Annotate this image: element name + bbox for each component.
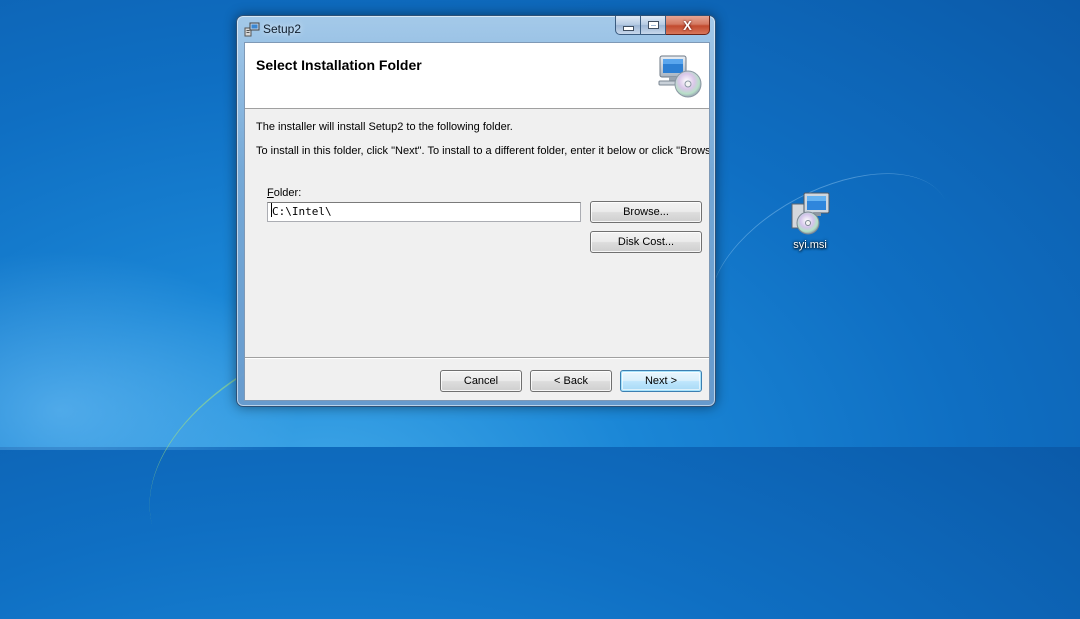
installer-computer-disc-icon xyxy=(658,55,702,98)
instruction-text: To install in this folder, click "Next".… xyxy=(256,145,710,157)
folder-label-text: older: xyxy=(273,187,302,199)
window-title: Setup2 xyxy=(263,22,302,36)
minimize-button[interactable] xyxy=(615,16,641,35)
folder-label-mnemonic: F xyxy=(267,187,274,199)
folder-path-input[interactable]: C:\Intel\ xyxy=(267,202,581,222)
page-title: Select Installation Folder xyxy=(256,57,422,73)
title-bar[interactable]: Setup2 X xyxy=(237,16,715,42)
caption-buttons: X xyxy=(615,16,710,35)
intro-text: The installer will install Setup2 to the… xyxy=(256,121,513,133)
desktop-icon-syi-msi[interactable]: syi.msi xyxy=(782,190,838,251)
footer-divider xyxy=(245,357,709,359)
folder-label: Folder: xyxy=(267,187,301,199)
msi-installer-icon xyxy=(791,192,830,235)
disk-cost-button[interactable]: Disk Cost... xyxy=(590,231,702,253)
setup-window: Setup2 X Select Installation Folder The … xyxy=(236,15,716,407)
header-banner: Select Installation Folder xyxy=(245,43,709,109)
desktop-icon-label: syi.msi xyxy=(793,239,827,251)
dialog-client-area: Select Installation Folder The installer… xyxy=(244,42,710,401)
next-button[interactable]: Next > xyxy=(620,370,702,392)
close-button[interactable]: X xyxy=(666,16,710,35)
minimize-icon xyxy=(623,26,633,30)
setup-app-icon xyxy=(244,22,260,37)
close-icon: X xyxy=(683,17,692,33)
browse-button[interactable]: Browse... xyxy=(590,201,702,223)
desktop-wallpaper-line xyxy=(682,137,978,384)
folder-path-value: C:\Intel\ xyxy=(272,205,332,218)
maximize-button[interactable] xyxy=(641,16,666,35)
back-button[interactable]: < Back xyxy=(530,370,612,392)
maximize-icon xyxy=(647,21,659,29)
cancel-button[interactable]: Cancel xyxy=(440,370,522,392)
